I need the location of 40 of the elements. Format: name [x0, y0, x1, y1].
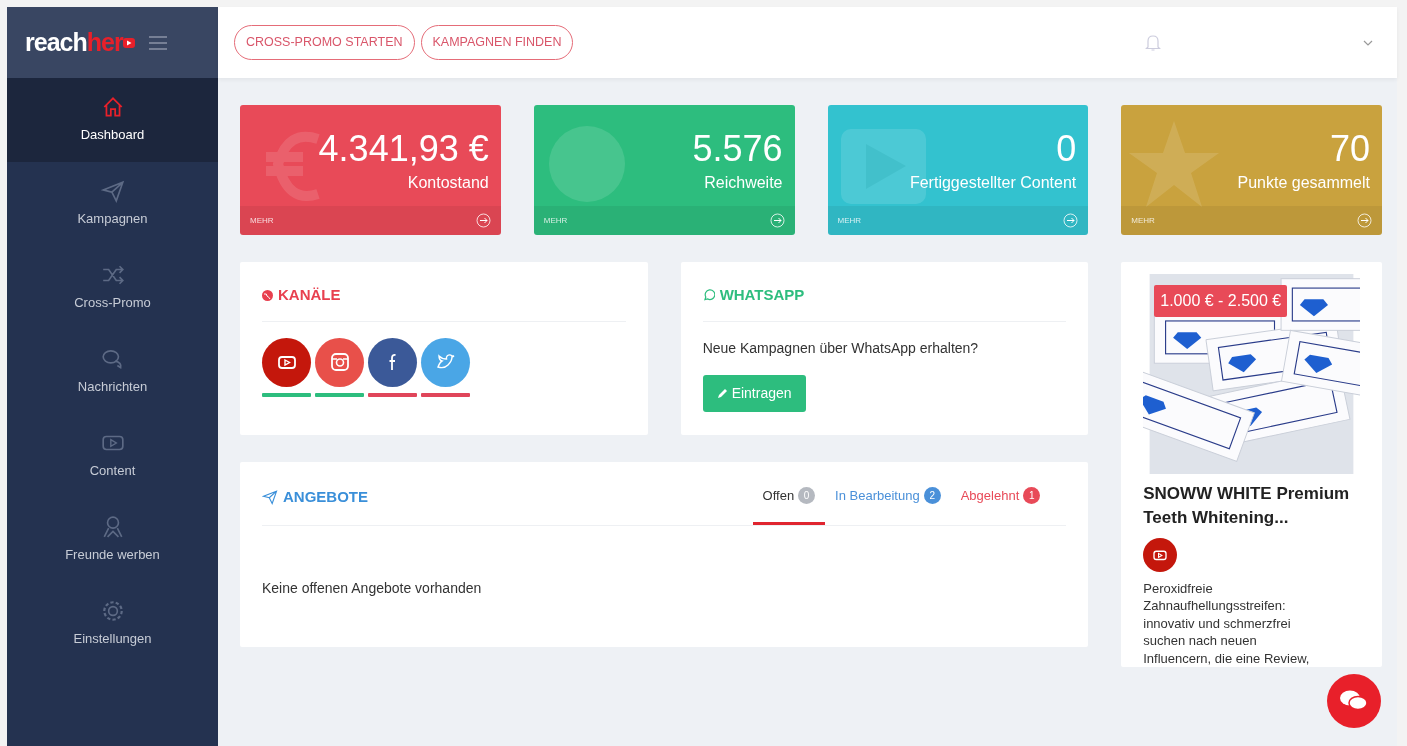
action-button[interactable]: CROSS-PROMO STARTEN	[234, 25, 415, 60]
arrow-circle-icon[interactable]	[769, 213, 785, 228]
campaign-description: Peroxidfreie Zahnaufhellungsstreifen: innovativ und schmerzfrei suchen nach neuen Influencern, die eine Review,	[1143, 579, 1311, 668]
price-badge: 1.000 € - 2.500 €	[1154, 285, 1288, 317]
facebook-channel-icon[interactable]	[368, 337, 417, 387]
panel-title: WHATSAPP	[719, 285, 805, 305]
whatsapp-question: Neue Kampagnen über WhatsApp erhalten?	[702, 338, 980, 358]
campaign-title[interactable]: SNOWW WHITE Premium Teeth Whitening...	[1143, 482, 1360, 530]
sidebar-item[interactable]: Content	[7, 414, 218, 498]
paper-plane-icon	[262, 489, 278, 506]
arrow-circle-icon[interactable]	[1357, 213, 1372, 228]
stat-value: 70	[1329, 131, 1370, 167]
stat-value: 0	[1056, 131, 1077, 167]
youtube-channel-icon[interactable]	[262, 337, 311, 387]
sidebar-item[interactable]: Einstellungen	[7, 582, 218, 666]
action-button[interactable]: KAMPAGNEN FINDEN	[420, 25, 574, 60]
stat-label: Reichweite	[704, 173, 783, 193]
sidebar-item[interactable]: Nachrichten	[7, 330, 218, 414]
stat-value: 5.576	[692, 131, 783, 167]
stat-label: Punkte gesammelt	[1237, 173, 1370, 193]
arrow-circle-icon[interactable]	[475, 213, 491, 228]
stat-value: 4.341,93 €	[318, 131, 489, 167]
stat-label: Fertiggestellter Content	[909, 173, 1077, 193]
sidebar-item[interactable]: Freunde werben	[7, 498, 218, 582]
pencil-icon	[716, 388, 728, 400]
youtube-channel-icon	[1143, 537, 1178, 572]
settings-icon	[100, 599, 125, 624]
sidebar-item[interactable]: Kampagnen	[7, 162, 218, 246]
panel-title: KANÄLE	[278, 285, 341, 305]
empty-message: Keine offenen Angebote vorhanden	[262, 578, 483, 598]
stat-label: Kontostand	[407, 173, 489, 193]
sidebar-item[interactable]: Dashboard	[7, 78, 218, 162]
whatsapp-icon	[702, 289, 715, 302]
instagram-channel-icon[interactable]	[315, 337, 364, 387]
panel-title: ANGEBOTE	[283, 487, 368, 507]
offer-tab[interactable]: Offen 0	[752, 486, 826, 525]
sidebar-item[interactable]: Cross-Promo	[7, 246, 218, 330]
offer-tab[interactable]: Abgelehnt 1	[950, 486, 1051, 525]
arrow-circle-icon[interactable]	[1063, 213, 1079, 228]
paper-plane-icon	[100, 179, 125, 204]
